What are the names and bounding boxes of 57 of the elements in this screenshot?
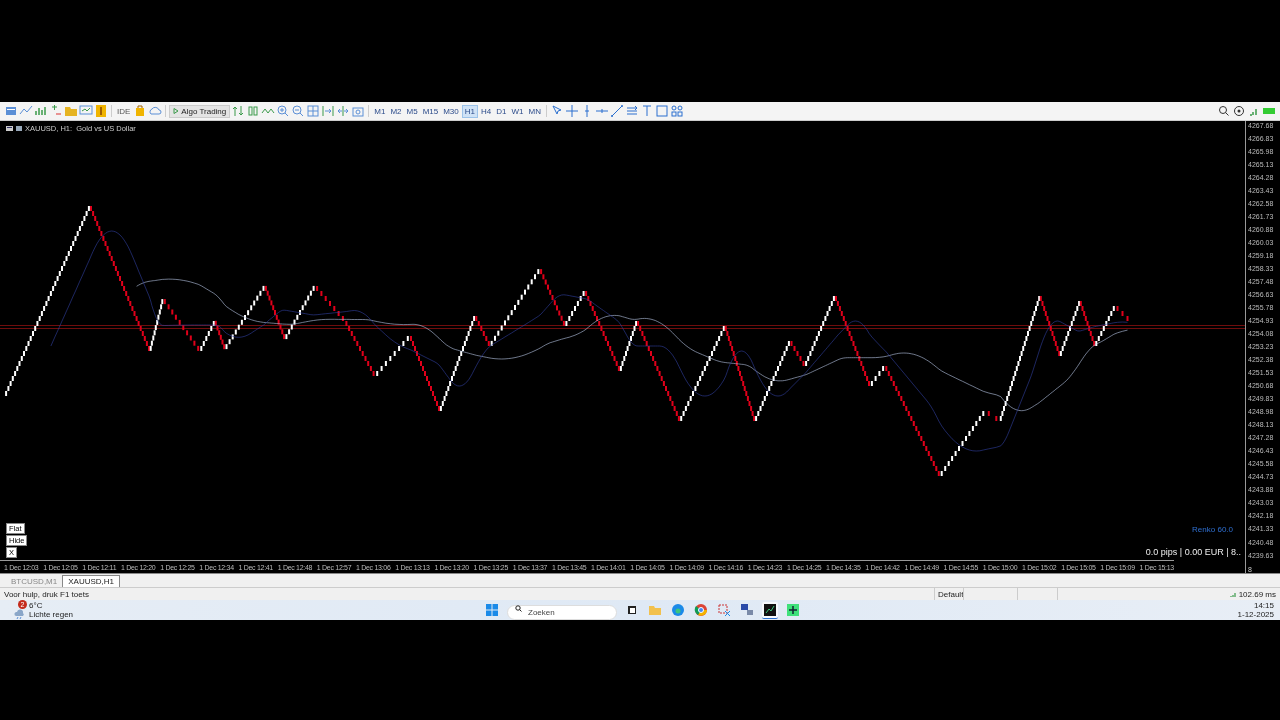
weather-condition: Lichte regen [29, 610, 74, 619]
chart-tab[interactable]: XAUUSD,H1 [62, 575, 121, 587]
shapes-icon[interactable] [654, 104, 669, 118]
trading-terminal-icon[interactable] [762, 601, 778, 619]
trendline-icon[interactable] [609, 104, 624, 118]
candles-icon[interactable] [246, 104, 261, 118]
profit-info: 0.0 pips | 0.00 EUR | 8.. [1145, 547, 1241, 557]
app-icon[interactable] [785, 602, 801, 618]
profile-name: Default [938, 589, 964, 599]
camera-icon[interactable] [351, 104, 366, 118]
timeframe-button[interactable]: MN [526, 105, 543, 117]
signal-icon [1229, 591, 1237, 597]
zoom-in-icon[interactable] [276, 104, 291, 118]
objects-icon[interactable] [669, 104, 684, 118]
timeframe-button[interactable]: M15 [420, 105, 441, 117]
clock-time[interactable]: 14:15 [1253, 601, 1274, 610]
chart-window-icon[interactable] [6, 126, 13, 131]
search-icon [515, 604, 522, 612]
help-text: Voor hulp, druk F1 toets [3, 589, 90, 599]
zoom-out-icon[interactable] [291, 104, 306, 118]
bar-chart-icon[interactable] [34, 104, 48, 118]
algo-trading-button[interactable]: Algo Trading [169, 104, 231, 118]
browser-icon[interactable] [693, 602, 709, 618]
start-icon[interactable] [484, 602, 500, 618]
timeframe-button[interactable]: M1 [372, 105, 388, 117]
arrows-icon[interactable] [231, 104, 246, 118]
ping-text: 102.69 ms [1238, 589, 1276, 599]
cloud-icon[interactable] [148, 104, 163, 118]
crosshair-icon[interactable] [564, 104, 579, 118]
window-icon[interactable] [4, 104, 18, 118]
timeframe-button[interactable]: H4 [479, 105, 494, 117]
shift-icon[interactable] [336, 104, 351, 118]
browser-icon[interactable] [670, 602, 686, 618]
ide-button[interactable]: IDE [115, 106, 133, 116]
timeframe-button[interactable]: M2 [388, 105, 404, 117]
network-icon[interactable] [739, 602, 755, 618]
folder-icon[interactable] [64, 104, 78, 118]
clock-date[interactable]: 1-12-2025 [1237, 610, 1274, 619]
plus-minus-icon[interactable] [49, 104, 63, 118]
symbol-icon [16, 126, 22, 131]
snipping-tool-icon[interactable] [716, 602, 732, 618]
timeframe-button[interactable]: D1 [494, 105, 509, 117]
community-icon[interactable] [1232, 104, 1246, 118]
channel-icon[interactable] [624, 104, 639, 118]
search-icon[interactable] [1217, 104, 1231, 118]
rain-cloud-icon[interactable] [14, 609, 26, 619]
timeframe-button[interactable]: M30 [441, 105, 461, 117]
search-field[interactable]: Zoeken [507, 604, 617, 620]
scroll-icon[interactable] [321, 104, 336, 118]
timeframe-button[interactable]: H1 [461, 104, 478, 118]
temperature-text: 6°C [29, 601, 44, 610]
timeframe-button[interactable]: W1 [509, 105, 526, 117]
renko-label: Renko 60.0 [1192, 525, 1233, 534]
grid-icon[interactable] [306, 104, 321, 118]
timeframe-button[interactable]: M5 [404, 105, 420, 117]
monitor-icon[interactable] [79, 104, 93, 118]
play-icon [173, 108, 180, 114]
